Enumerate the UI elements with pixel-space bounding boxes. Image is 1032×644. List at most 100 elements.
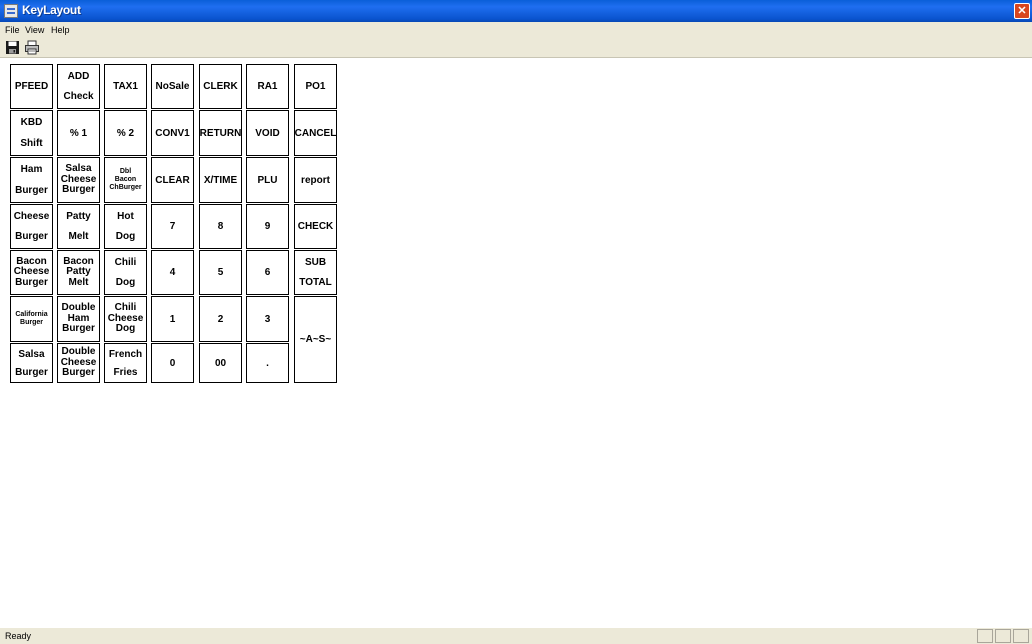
key-hot-dog[interactable]: Hot Dog: [104, 204, 147, 249]
key-key[interactable]: .: [246, 343, 289, 383]
key-6[interactable]: 6: [246, 250, 289, 295]
key-label: % 1: [69, 127, 88, 139]
key-french-fries[interactable]: French Fries: [104, 343, 147, 383]
key-3[interactable]: 3: [246, 296, 289, 342]
key-5[interactable]: 5: [199, 250, 242, 295]
key-bacon-cheese-burger[interactable]: Bacon Cheese Burger: [10, 250, 53, 295]
menu-bar: File View Help: [0, 22, 1032, 38]
key-label: 0: [169, 357, 176, 369]
key-salsa-burger[interactable]: Salsa Burger: [10, 343, 53, 383]
key-label: VOID: [255, 127, 280, 139]
key-chili-cheese-dog[interactable]: Chili Cheese Dog: [104, 296, 147, 342]
key-ra1[interactable]: RA1: [246, 64, 289, 109]
key-sub-total[interactable]: SUB TOTAL: [294, 250, 337, 295]
key-report[interactable]: report: [294, 157, 337, 203]
key-2[interactable]: % 2: [104, 110, 147, 156]
key-label: PLU: [257, 174, 278, 186]
menu-file[interactable]: File: [5, 25, 20, 35]
key-label: Shift: [20, 138, 43, 149]
key-cancel[interactable]: CANCEL: [294, 110, 337, 156]
key-add-check[interactable]: ADD Check: [57, 64, 100, 109]
key-label: Dog: [115, 277, 136, 289]
key-1[interactable]: 1: [151, 296, 194, 342]
key-label: Burger: [62, 184, 95, 196]
key-bacon-patty-melt[interactable]: Bacon Patty Melt: [57, 250, 100, 295]
key-label: NoSale: [155, 81, 190, 92]
key-kbd-shift[interactable]: KBD Shift: [10, 110, 53, 156]
key-label: ChBurger: [109, 184, 142, 191]
key-label: Salsa: [18, 348, 45, 360]
key-label: Burger: [62, 367, 95, 379]
key-pfeed[interactable]: PFEED: [10, 64, 53, 109]
key-salsa-cheese-burger[interactable]: Salsa Cheese Burger: [57, 157, 100, 203]
key-label: 3: [264, 313, 271, 325]
key-label: 6: [264, 267, 271, 278]
key-void[interactable]: VOID: [246, 110, 289, 156]
key-label: CANCEL: [294, 127, 337, 139]
key-clerk[interactable]: CLERK: [199, 64, 242, 109]
key-chili-dog[interactable]: Chili Dog: [104, 250, 147, 295]
key-label: 8: [217, 221, 224, 232]
key-label: CHECK: [297, 221, 334, 232]
key-clear[interactable]: CLEAR: [151, 157, 194, 203]
key-1[interactable]: % 1: [57, 110, 100, 156]
status-panel: [995, 629, 1011, 643]
menu-help[interactable]: Help: [51, 25, 70, 35]
key-label: TAX1: [113, 81, 138, 92]
status-panel: [977, 629, 993, 643]
key-patty-melt[interactable]: Patty Melt: [57, 204, 100, 249]
toolbar: [0, 38, 1032, 58]
key-tax1[interactable]: TAX1: [104, 64, 147, 109]
key-label: Burger: [15, 366, 48, 378]
key-8[interactable]: 8: [199, 204, 242, 249]
key-2[interactable]: 2: [199, 296, 242, 342]
key-label: PFEED: [14, 81, 49, 92]
key-double-cheese-burger[interactable]: Double Cheese Burger: [57, 343, 100, 383]
key-label: RA1: [257, 81, 278, 92]
key-label: Fries: [113, 366, 138, 378]
key-9[interactable]: 9: [246, 204, 289, 249]
key-label: California: [15, 311, 48, 318]
key-return[interactable]: RETURN: [199, 110, 242, 156]
key-label: ~A~S~: [299, 334, 332, 345]
key-conv1[interactable]: CONV1: [151, 110, 194, 156]
key-check[interactable]: CHECK: [294, 204, 337, 249]
key-0[interactable]: 0: [151, 343, 194, 383]
key-4[interactable]: 4: [151, 250, 194, 295]
print-icon[interactable]: [24, 40, 40, 55]
key-7[interactable]: 7: [151, 204, 194, 249]
key-california-burger[interactable]: California Burger: [10, 296, 53, 342]
key-label: 7: [169, 221, 176, 232]
key-label: Burger: [15, 185, 48, 196]
key-label: Ham: [20, 164, 43, 175]
menu-view[interactable]: View: [25, 25, 44, 35]
key-label: Patty: [66, 210, 91, 222]
close-button[interactable]: ✕: [1014, 3, 1030, 19]
app-icon: [4, 4, 18, 18]
key-label: Melt: [68, 276, 89, 288]
key-double-ham-burger[interactable]: Double Ham Burger: [57, 296, 100, 342]
key-plu[interactable]: PLU: [246, 157, 289, 203]
key-x-time[interactable]: X/TIME: [199, 157, 242, 203]
key-label: Burger: [20, 319, 43, 326]
save-icon[interactable]: [5, 40, 21, 55]
key-label: Dog: [115, 323, 136, 335]
key-label: X/TIME: [203, 174, 238, 186]
key-label: Dog: [115, 231, 136, 243]
key-label: CLERK: [203, 81, 238, 92]
key-dbl-bacon-chburger[interactable]: Dbl Bacon ChBurger: [104, 157, 147, 203]
key-label: .: [266, 357, 269, 369]
key-po1[interactable]: PO1: [294, 64, 337, 109]
key-label: Burger: [15, 276, 48, 288]
key-label: SUB: [304, 256, 327, 268]
key-label: 2: [217, 313, 224, 325]
key-label: 5: [217, 267, 224, 278]
key-label: RETURN: [199, 127, 242, 139]
key-cheese-burger[interactable]: Cheese Burger: [10, 204, 53, 249]
status-text: Ready: [5, 631, 32, 641]
key-nosale[interactable]: NoSale: [151, 64, 194, 109]
key-ham-burger[interactable]: Ham Burger: [10, 157, 53, 203]
key-label: Hot: [117, 210, 134, 222]
key-00[interactable]: 00: [199, 343, 242, 383]
key-a-s[interactable]: ~A~S~: [294, 296, 337, 383]
